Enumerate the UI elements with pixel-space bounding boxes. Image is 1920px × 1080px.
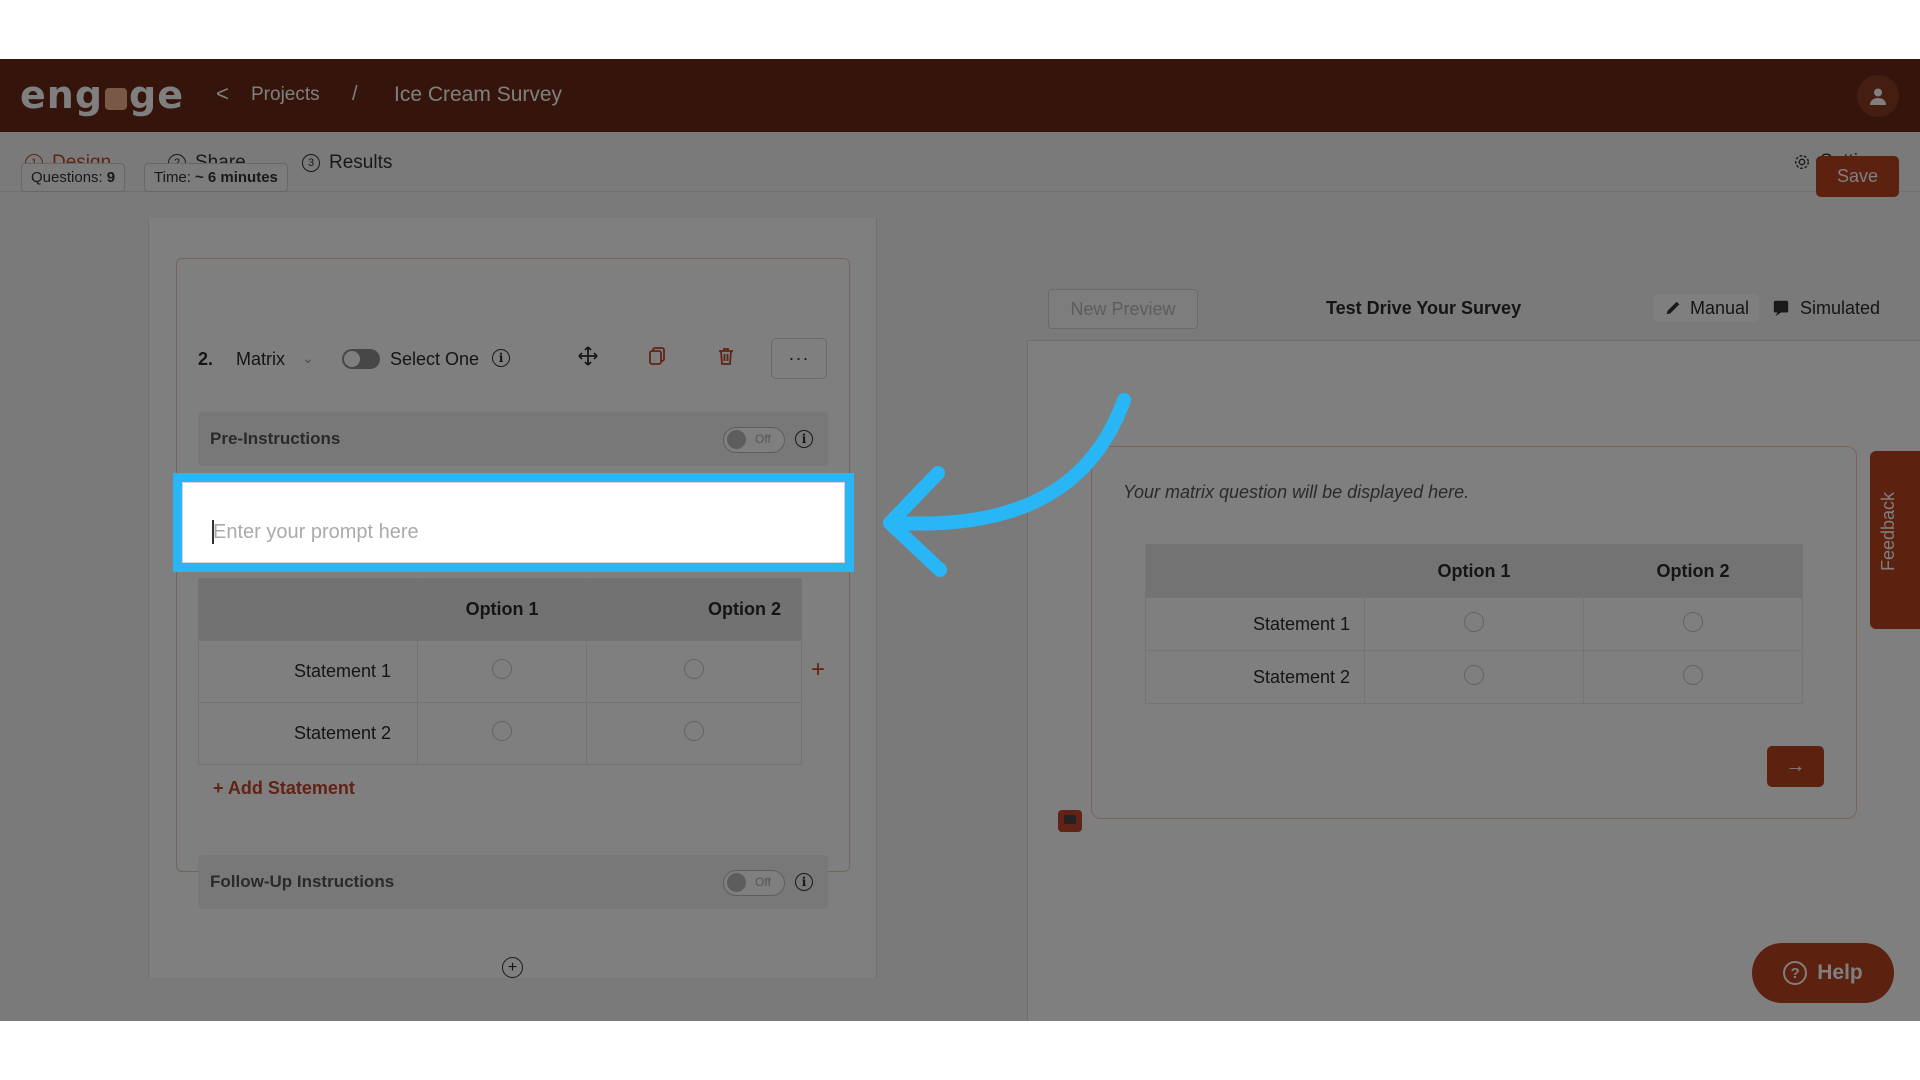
annotation-arrow-icon — [883, 393, 1131, 577]
screen: engge < Projects / Ice Cream Survey 1Des… — [0, 0, 1920, 1080]
